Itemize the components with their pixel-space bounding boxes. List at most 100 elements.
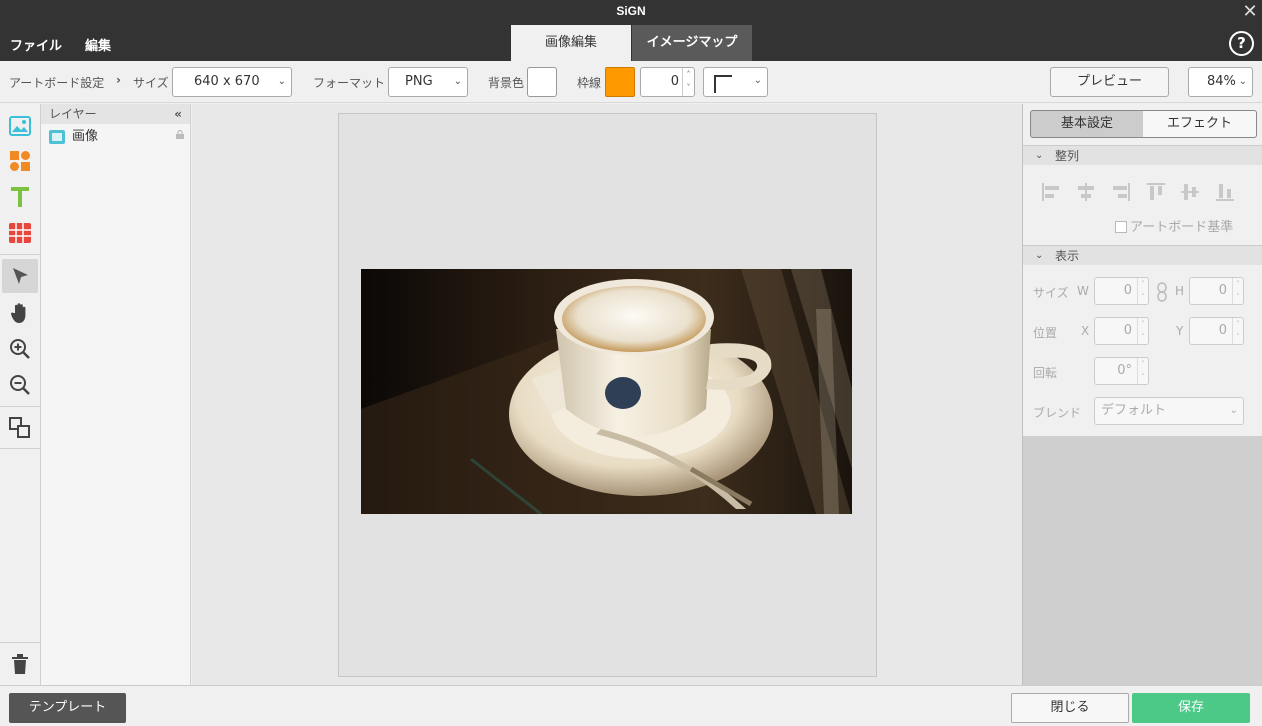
size-label: サイズ	[133, 76, 169, 90]
menu-bar: ファイル 編集 画像編集 イメージマップ ?	[0, 25, 1262, 61]
footer: テンプレート 閉じる 保存	[0, 685, 1262, 726]
zoom-in-icon[interactable]	[2, 332, 38, 366]
display-section-title: 表示	[1055, 249, 1080, 263]
stepper-icon[interactable]: ˄ ˅	[682, 68, 694, 96]
rotation-input[interactable]: 0° ˄ ˅	[1094, 357, 1149, 385]
corner-style-select[interactable]: ⌄	[703, 67, 768, 97]
collapse-panel-icon[interactable]: «	[174, 104, 182, 124]
zoom-out-icon[interactable]	[2, 368, 38, 402]
align-bottom-icon[interactable]	[1215, 182, 1235, 202]
chevron-down-icon: ⌄	[453, 76, 462, 87]
artboard-settings-label: アートボード設定	[9, 76, 105, 90]
canvas-area[interactable]	[192, 104, 1022, 685]
close-icon[interactable]: ✕	[1240, 2, 1260, 22]
coffee-photo[interactable]	[361, 269, 852, 514]
layer-panel: レイヤー « 画像	[41, 104, 191, 685]
properties-panel-body: 基本設定 エフェクト ⌄ 整列 アートボード基準 ⌄ 表示 サイズ W 0 ˄ ˅…	[1023, 104, 1262, 436]
align-section-title: 整列	[1055, 149, 1080, 163]
hand-tool-icon[interactable]	[2, 296, 38, 330]
trash-icon[interactable]	[2, 647, 38, 681]
zoom-select[interactable]: 84% ⌄	[1188, 67, 1253, 97]
tab-image-map[interactable]: イメージマップ	[632, 25, 752, 61]
border-width-input[interactable]: 0 ˄ ˅	[640, 67, 695, 97]
size-prop-label: サイズ	[1033, 286, 1069, 300]
size-value: 640 x 670	[194, 74, 260, 89]
x-input[interactable]: 0 ˄ ˅	[1094, 317, 1149, 345]
height-label: H	[1175, 284, 1185, 298]
save-button[interactable]: 保存	[1132, 693, 1250, 723]
format-label: フォーマット	[313, 76, 386, 90]
tab-basic-settings[interactable]: 基本設定	[1030, 110, 1144, 138]
breadcrumb-separator: ›	[116, 73, 121, 87]
align-center-v-icon[interactable]	[1180, 182, 1200, 202]
stepper-icon[interactable]: ˄ ˅	[1137, 278, 1148, 304]
layer-item[interactable]: 画像	[41, 124, 190, 150]
layer-header-title: レイヤー	[49, 107, 97, 121]
x-value: 0	[1123, 323, 1132, 338]
chevron-down-icon: ⌄	[753, 75, 762, 86]
stepper-icon[interactable]: ˄ ˅	[1137, 318, 1148, 344]
tab-effect[interactable]: エフェクト	[1143, 110, 1257, 138]
preview-button[interactable]: プレビュー	[1050, 67, 1169, 97]
size-select[interactable]: 640 x 670 ⌄	[172, 67, 292, 97]
align-center-h-icon[interactable]	[1076, 182, 1096, 202]
bgcolor-swatch[interactable]	[527, 67, 557, 97]
tool-separator	[0, 448, 41, 449]
y-input[interactable]: 0 ˄ ˅	[1189, 317, 1244, 345]
select-tool-icon[interactable]	[2, 259, 38, 293]
align-top-icon[interactable]	[1146, 182, 1166, 202]
chevron-down-icon: ⌄	[1035, 250, 1044, 261]
x-label: X	[1081, 324, 1090, 338]
chevron-down-icon: ⌄	[1238, 76, 1247, 87]
format-select[interactable]: PNG ⌄	[388, 67, 468, 97]
blend-label: ブレンド	[1033, 406, 1082, 420]
close-button[interactable]: 閉じる	[1011, 693, 1129, 723]
bgcolor-label: 背景色	[488, 76, 525, 90]
template-button[interactable]: テンプレート	[9, 693, 126, 723]
title-bar: SiGN ✕	[0, 0, 1262, 25]
width-label: W	[1077, 284, 1089, 298]
rotation-value: 0°	[1117, 363, 1132, 378]
zoom-value: 84%	[1207, 74, 1236, 89]
shape-tool-icon[interactable]	[2, 144, 38, 178]
menu-edit[interactable]: 編集	[85, 35, 111, 54]
stepper-icon[interactable]: ˄ ˅	[1137, 358, 1148, 384]
arrange-icon[interactable]	[2, 411, 38, 445]
height-input[interactable]: 0 ˄ ˅	[1189, 277, 1244, 305]
align-left-icon[interactable]	[1041, 182, 1061, 202]
display-section-header[interactable]: ⌄ 表示	[1023, 245, 1262, 265]
image-tool-icon[interactable]	[2, 109, 38, 143]
artboard-reference-checkbox[interactable]: アートボード基準	[1115, 216, 1233, 235]
table-tool-icon[interactable]	[2, 216, 38, 250]
properties-panel: 基本設定 エフェクト ⌄ 整列 アートボード基準 ⌄ 表示 サイズ W 0 ˄ ˅…	[1022, 104, 1262, 685]
layer-item-label: 画像	[72, 129, 99, 144]
stepper-icon[interactable]: ˄ ˅	[1232, 278, 1243, 304]
align-section-header[interactable]: ⌄ 整列	[1023, 145, 1262, 165]
align-right-icon[interactable]	[1111, 182, 1131, 202]
lock-icon[interactable]	[176, 124, 184, 150]
format-value: PNG	[405, 74, 433, 89]
width-value: 0	[1123, 283, 1132, 298]
link-aspect-icon[interactable]	[1157, 282, 1167, 302]
border-color-swatch[interactable]	[605, 67, 635, 97]
chevron-down-icon: ⌄	[1229, 405, 1238, 416]
height-value: 0	[1218, 283, 1227, 298]
border-width-value: 0	[670, 74, 679, 89]
help-icon[interactable]: ?	[1229, 31, 1254, 56]
border-label: 枠線	[577, 76, 602, 90]
coffee-cup-image	[361, 269, 852, 514]
width-input[interactable]: 0 ˄ ˅	[1094, 277, 1149, 305]
stepper-icon[interactable]: ˄ ˅	[1232, 318, 1243, 344]
blend-mode-select[interactable]: デフォルト ⌄	[1094, 397, 1244, 425]
image-layer-icon	[49, 130, 65, 144]
tool-separator	[0, 254, 41, 255]
tool-separator	[0, 406, 41, 407]
menu-file[interactable]: ファイル	[10, 35, 62, 54]
tool-strip	[0, 104, 41, 685]
y-label: Y	[1176, 324, 1184, 338]
rotation-label: 回転	[1033, 366, 1058, 380]
tab-image-edit[interactable]: 画像編集	[511, 25, 631, 61]
text-tool-icon[interactable]	[2, 180, 38, 214]
artboard-reference-label: アートボード基準	[1130, 220, 1234, 235]
tool-separator	[0, 642, 41, 643]
